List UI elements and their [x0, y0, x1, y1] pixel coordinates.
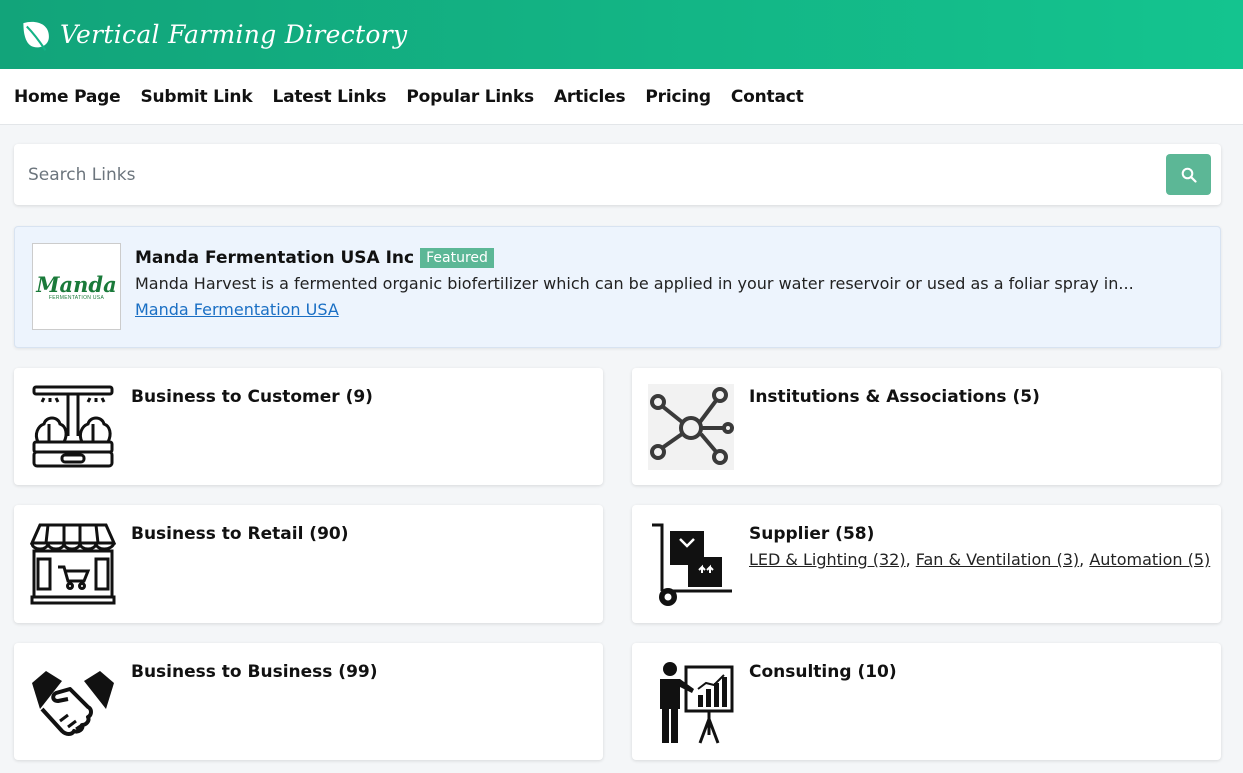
- nav-contact[interactable]: Contact: [731, 87, 804, 107]
- category-title[interactable]: Supplier (58): [749, 524, 874, 544]
- grow-tower-icon: [32, 385, 114, 468]
- category-card-b2c[interactable]: Business to Customer (9): [14, 368, 603, 485]
- subcategory-links: LED & Lighting (32), Fan & Ventilation (…: [749, 550, 1210, 569]
- nav-submit-link[interactable]: Submit Link: [140, 87, 252, 107]
- search-icon: [1181, 167, 1197, 183]
- featured-listing: Manda FERMENTATION USA Manda Fermentatio…: [14, 226, 1221, 348]
- category-card-b2r[interactable]: Business to Retail (90): [14, 505, 603, 623]
- category-card-supplier[interactable]: Supplier (58) LED & Lighting (32), Fan &…: [632, 505, 1221, 623]
- nav-home[interactable]: Home Page: [14, 87, 121, 107]
- category-title[interactable]: Business to Customer (9): [131, 387, 373, 407]
- site-header: Vertical Farming Directory: [0, 0, 1243, 69]
- search-input[interactable]: [28, 158, 1128, 192]
- category-title[interactable]: Institutions & Associations (5): [749, 387, 1040, 407]
- featured-badge: Featured: [420, 248, 494, 268]
- search-button[interactable]: [1166, 154, 1211, 195]
- leaf-logo-icon[interactable]: [20, 18, 54, 52]
- category-card-consulting[interactable]: Consulting (10): [632, 643, 1221, 760]
- category-title[interactable]: Business to Business (99): [131, 662, 378, 682]
- storefront-icon: [30, 523, 116, 605]
- category-title[interactable]: Consulting (10): [749, 662, 897, 682]
- featured-title-text: Manda Fermentation USA Inc: [135, 248, 415, 268]
- featured-description: Manda Harvest is a fermented organic bio…: [135, 274, 1134, 293]
- subcategory-automation[interactable]: Automation (5): [1089, 550, 1210, 569]
- subcategory-led-lighting[interactable]: LED & Lighting (32): [749, 550, 906, 569]
- network-icon: [648, 384, 734, 470]
- featured-logo[interactable]: Manda FERMENTATION USA: [32, 243, 121, 330]
- featured-logo-subtext: FERMENTATION USA: [48, 295, 105, 301]
- featured-logo-text: Manda: [36, 272, 117, 297]
- main-nav: Home Page Submit Link Latest Links Popul…: [0, 69, 1243, 125]
- nav-popular-links[interactable]: Popular Links: [406, 87, 534, 107]
- handshake-icon: [32, 671, 114, 736]
- category-title[interactable]: Business to Retail (90): [131, 524, 349, 544]
- nav-latest-links[interactable]: Latest Links: [272, 87, 386, 107]
- featured-title: Manda Fermentation USA Inc Featured: [135, 248, 494, 268]
- category-card-institutions[interactable]: Institutions & Associations (5): [632, 368, 1221, 485]
- hand-truck-icon: [652, 523, 732, 606]
- presentation-icon: [660, 662, 734, 744]
- subcategory-separator: ,: [1079, 550, 1090, 569]
- subcategory-fan-ventilation[interactable]: Fan & Ventilation (3): [916, 550, 1079, 569]
- nav-articles[interactable]: Articles: [554, 87, 626, 107]
- nav-pricing[interactable]: Pricing: [645, 87, 711, 107]
- subcategory-separator: ,: [905, 550, 916, 569]
- site-brand[interactable]: Vertical Farming Directory: [60, 20, 407, 49]
- featured-link[interactable]: Manda Fermentation USA: [135, 300, 339, 319]
- search-bar: [14, 144, 1221, 205]
- category-card-b2b[interactable]: Business to Business (99): [14, 643, 603, 760]
